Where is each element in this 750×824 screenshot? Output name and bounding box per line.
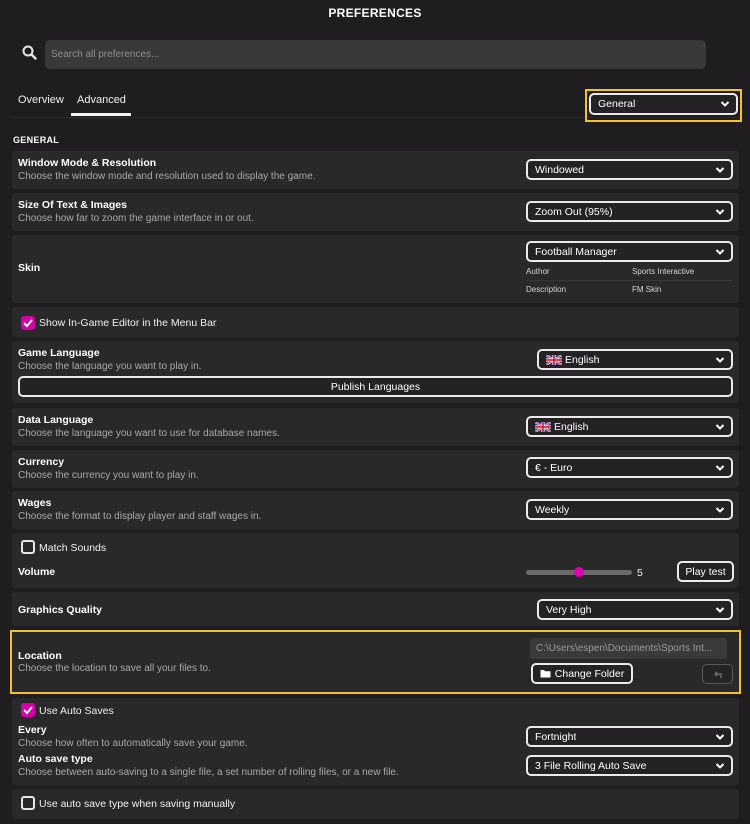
graphics-title: Graphics Quality xyxy=(18,604,103,616)
in-game-editor-checkbox[interactable] xyxy=(21,316,35,330)
skin-value: Football Manager xyxy=(535,245,617,258)
skin-author-label: Author xyxy=(526,267,550,276)
currency-select[interactable]: € - Euro xyxy=(526,457,733,478)
graphics-value: Very High xyxy=(546,603,592,616)
every-select[interactable]: Fortnight xyxy=(526,726,733,747)
auto-save-type-desc: Choose between auto-saving to a single f… xyxy=(18,767,399,778)
checkmark-icon xyxy=(23,706,33,715)
skin-author-value: Sports Interactive xyxy=(632,267,695,276)
window-mode-value: Windowed xyxy=(535,163,585,176)
currency-desc: Choose the currency you want to play in. xyxy=(18,470,199,481)
manual-auto-save-checkbox[interactable] xyxy=(21,796,35,810)
auto-saves-label: Use Auto Saves xyxy=(39,705,114,717)
location-path-field: C:\Users\espen\Documents\Sports Int... xyxy=(530,638,727,659)
wages-desc: Choose the format to display player and … xyxy=(18,511,262,522)
reset-location-button[interactable] xyxy=(702,664,733,684)
chevron-down-icon xyxy=(715,464,725,471)
sound-row: Volume xyxy=(12,533,739,588)
chevron-down-icon xyxy=(720,101,730,107)
chevron-down-icon xyxy=(715,248,725,255)
data-language-desc: Choose the language you want to use for … xyxy=(18,428,280,439)
chevron-down-icon xyxy=(715,423,725,430)
category-select[interactable]: General xyxy=(589,93,738,115)
text-size-title: Size Of Text & Images xyxy=(18,199,127,211)
change-folder-button[interactable]: Change Folder xyxy=(531,663,633,684)
window-mode-title: Window Mode & Resolution xyxy=(18,157,157,169)
data-language-value: English xyxy=(554,420,589,433)
game-language-title: Game Language xyxy=(18,347,100,359)
wages-value: Weekly xyxy=(535,503,570,516)
chevron-down-icon xyxy=(715,606,725,613)
chevron-down-icon xyxy=(715,733,725,740)
auto-saves-checkbox[interactable] xyxy=(21,703,35,717)
currency-value: € - Euro xyxy=(535,461,573,474)
every-desc: Choose how often to automatically save y… xyxy=(18,738,248,749)
window-mode-desc: Choose the window mode and resolution us… xyxy=(18,171,316,182)
active-tab-indicator xyxy=(71,113,131,116)
checkmark-icon xyxy=(23,319,33,328)
skin-title: Skin xyxy=(18,262,41,274)
uk-flag-icon xyxy=(546,354,562,365)
game-language-select[interactable]: English xyxy=(537,349,733,370)
window-mode-select[interactable]: Windowed xyxy=(526,159,733,180)
volume-title: Volume xyxy=(18,566,56,578)
uk-flag-icon xyxy=(535,421,551,432)
publish-languages-button[interactable]: Publish Languages xyxy=(18,376,733,397)
text-size-select[interactable]: Zoom Out (95%) xyxy=(526,201,733,222)
volume-slider-thumb[interactable] xyxy=(574,567,584,577)
chevron-down-icon xyxy=(715,356,725,363)
chevron-down-icon xyxy=(715,166,725,173)
text-size-value: Zoom Out (95%) xyxy=(535,205,613,218)
every-title: Every xyxy=(18,724,47,736)
game-language-value: English xyxy=(565,353,600,366)
auto-save-type-value: 3 File Rolling Auto Save xyxy=(535,759,647,772)
wages-title: Wages xyxy=(18,497,52,509)
chevron-down-icon xyxy=(715,762,725,769)
location-title: Location xyxy=(18,650,62,662)
tab-advanced[interactable]: Advanced xyxy=(77,94,126,106)
category-select-value: General xyxy=(598,98,636,110)
change-folder-label: Change Folder xyxy=(554,667,625,680)
text-size-desc: Choose how far to zoom the game interfac… xyxy=(18,213,254,224)
folder-icon xyxy=(540,670,551,678)
match-sounds-label: Match Sounds xyxy=(39,542,107,554)
data-language-title: Data Language xyxy=(18,414,94,426)
page-title: PREFERENCES xyxy=(328,6,422,20)
chevron-down-icon xyxy=(715,208,725,215)
volume-value: 5 xyxy=(637,567,643,579)
search-input[interactable] xyxy=(45,40,706,69)
skin-select[interactable]: Football Manager xyxy=(526,241,733,262)
match-sounds-checkbox[interactable] xyxy=(21,540,35,554)
undo-icon xyxy=(713,670,722,678)
in-game-editor-label: Show In-Game Editor in the Menu Bar xyxy=(39,317,217,329)
skin-description-label: Description xyxy=(526,285,567,294)
wages-select[interactable]: Weekly xyxy=(526,499,733,520)
skin-meta-divider xyxy=(526,280,732,281)
location-desc: Choose the location to save all your fil… xyxy=(18,663,211,674)
manual-auto-save-label: Use auto save type when saving manually xyxy=(39,798,236,810)
every-value: Fortnight xyxy=(535,730,577,743)
graphics-select[interactable]: Very High xyxy=(537,599,733,620)
tab-overview[interactable]: Overview xyxy=(18,94,64,106)
play-test-button[interactable]: Play test xyxy=(677,561,734,582)
search-icon xyxy=(21,44,39,62)
currency-title: Currency xyxy=(18,456,65,468)
section-heading: GENERAL xyxy=(13,135,60,145)
auto-save-type-title: Auto save type xyxy=(18,753,93,765)
game-language-desc: Choose the language you want to play in. xyxy=(18,361,202,372)
data-language-select[interactable]: English xyxy=(526,416,733,437)
chevron-down-icon xyxy=(715,506,725,513)
auto-save-type-select[interactable]: 3 File Rolling Auto Save xyxy=(526,755,733,776)
skin-description-value: FM Skin xyxy=(632,285,662,294)
